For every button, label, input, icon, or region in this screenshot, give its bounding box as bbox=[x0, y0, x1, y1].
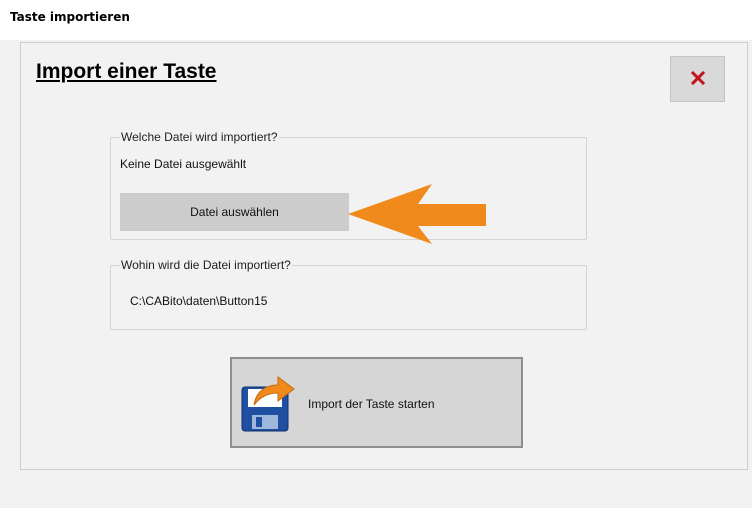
target-path-legend: Wohin wird die Datei importiert? bbox=[121, 258, 291, 272]
window-titlebar: Taste importieren bbox=[0, 0, 752, 40]
close-button[interactable] bbox=[670, 56, 725, 102]
dialog-heading: Import einer Taste bbox=[36, 60, 217, 83]
close-icon bbox=[690, 70, 706, 89]
window-title: Taste importieren bbox=[10, 10, 130, 24]
orange-arrow-left-icon bbox=[346, 182, 488, 249]
select-file-button[interactable]: Datei auswählen bbox=[120, 193, 349, 231]
target-path-text: C:\CABito\daten\Button15 bbox=[130, 294, 268, 308]
start-import-button[interactable]: Import der Taste starten bbox=[230, 357, 523, 448]
file-status-text: Keine Datei ausgewählt bbox=[120, 157, 247, 171]
start-import-label: Import der Taste starten bbox=[308, 397, 435, 411]
source-file-legend: Welche Datei wird importiert? bbox=[121, 130, 278, 144]
floppy-disk-import-icon bbox=[240, 373, 298, 436]
